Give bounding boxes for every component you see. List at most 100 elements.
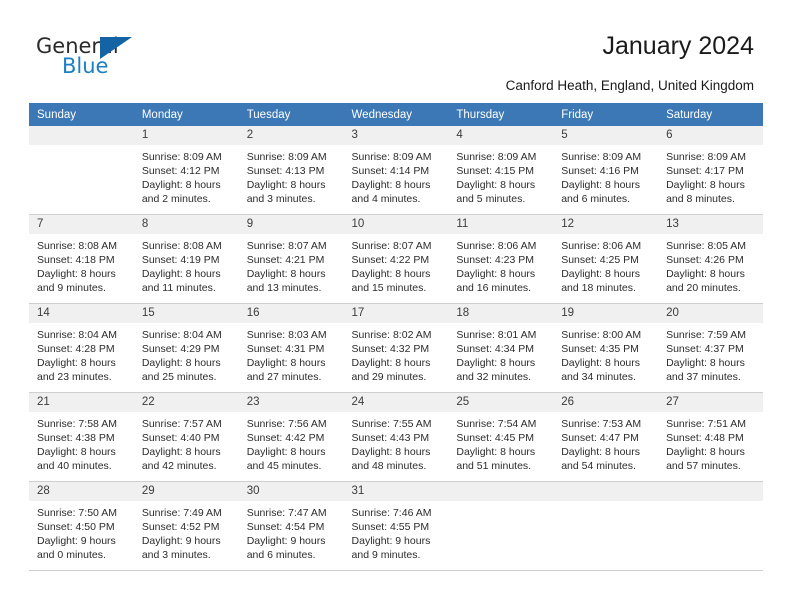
- sunset-text: Sunset: 4:52 PM: [141, 521, 220, 533]
- column-header-sunday: Sunday: [29, 103, 134, 126]
- daylight-text-line2: and 25 minutes.: [141, 371, 217, 383]
- calendar-day-cell[interactable]: 19 Sunrise: 8:00 AM Sunset: 4:35 PM Dayligh…: [553, 303, 659, 393]
- sunset-text: Sunset: 4:23 PM: [456, 254, 535, 266]
- daylight-text-line2: and 0 minutes.: [37, 549, 106, 561]
- calendar-header-row: Sunday Monday Tuesday Wednesday Thursday…: [29, 103, 763, 126]
- day-number: 17: [343, 304, 449, 323]
- daylight-text-line1: Daylight: 8 hours: [246, 357, 326, 369]
- day-cell-content: 12 Sunrise: 8:06 AM Sunset: 4:25 PM Dayligh…: [553, 215, 659, 303]
- daylight-text-line2: and 2 minutes.: [141, 193, 211, 205]
- calendar-day-cell[interactable]: 6 Sunrise: 8:09 AM Sunset: 4:17 PM Daylight…: [658, 126, 763, 215]
- day-details: Sunrise: 8:01 AM Sunset: 4:34 PM Daylight:…: [448, 323, 553, 384]
- day-details: Sunrise: 8:03 AM Sunset: 4:31 PM Daylight:…: [239, 323, 344, 384]
- day-details: Sunrise: 8:08 AM Sunset: 4:19 PM Daylight:…: [134, 234, 239, 295]
- sunset-text: Sunset: 4:32 PM: [351, 343, 430, 355]
- day-details: Sunrise: 7:55 AM Sunset: 4:43 PM Daylight:…: [344, 412, 449, 473]
- day-details: Sunrise: 7:51 AM Sunset: 4:48 PM Daylight:…: [658, 412, 763, 473]
- daylight-text-line1: Daylight: 8 hours: [351, 179, 431, 191]
- daylight-text-line1: Daylight: 8 hours: [456, 446, 536, 458]
- calendar-day-cell[interactable]: 21 Sunrise: 7:58 AM Sunset: 4:38 PM Dayligh…: [29, 392, 134, 482]
- calendar-day-cell[interactable]: 16 Sunrise: 8:03 AM Sunset: 4:31 PM Dayligh…: [238, 303, 344, 393]
- day-details: Sunrise: 8:09 AM Sunset: 4:13 PM Daylight:…: [239, 145, 344, 206]
- calendar-day-cell[interactable]: 14 Sunrise: 8:04 AM Sunset: 4:28 PM Dayligh…: [29, 303, 134, 393]
- sunrise-text: Sunrise: 7:54 AM: [456, 418, 537, 430]
- day-details: Sunrise: 8:09 AM Sunset: 4:15 PM Daylight:…: [448, 145, 553, 206]
- day-details: Sunrise: 8:04 AM Sunset: 4:28 PM Daylight:…: [29, 323, 134, 384]
- calendar-day-cell[interactable]: 7 Sunrise: 8:08 AM Sunset: 4:18 PM Daylight…: [29, 214, 134, 304]
- calendar-day-cell[interactable]: 23 Sunrise: 7:56 AM Sunset: 4:42 PM Dayligh…: [238, 392, 344, 482]
- calendar-day-cell[interactable]: 28 Sunrise: 7:50 AM Sunset: 4:50 PM Dayligh…: [29, 481, 134, 571]
- day-number: 31: [343, 482, 449, 501]
- general-blue-logo: General Blue: [36, 34, 216, 86]
- sunset-text: Sunset: 4:19 PM: [141, 254, 220, 266]
- calendar-day-cell[interactable]: 1 Sunrise: 8:09 AM Sunset: 4:12 PM Daylight…: [133, 126, 239, 215]
- calendar-day-cell[interactable]: 29 Sunrise: 7:49 AM Sunset: 4:52 PM Dayligh…: [133, 481, 239, 571]
- calendar-day-cell[interactable]: 30 Sunrise: 7:47 AM Sunset: 4:54 PM Dayligh…: [238, 481, 344, 571]
- day-cell-content: 5 Sunrise: 8:09 AM Sunset: 4:16 PM Daylight…: [553, 126, 659, 214]
- daylight-text-line1: Daylight: 8 hours: [666, 179, 745, 191]
- calendar-day-cell[interactable]: 10 Sunrise: 8:07 AM Sunset: 4:22 PM Dayligh…: [343, 214, 449, 304]
- day-cell-content: 16 Sunrise: 8:03 AM Sunset: 4:31 PM Dayligh…: [238, 304, 344, 392]
- day-details: Sunrise: 7:53 AM Sunset: 4:47 PM Daylight:…: [553, 412, 658, 473]
- daylight-text-line2: and 4 minutes.: [351, 193, 421, 205]
- calendar-day-cell[interactable]: 24 Sunrise: 7:55 AM Sunset: 4:43 PM Dayligh…: [343, 392, 449, 482]
- daylight-text-line2: and 57 minutes.: [666, 460, 741, 472]
- day-cell-content: 11 Sunrise: 8:06 AM Sunset: 4:23 PM Dayligh…: [448, 215, 554, 303]
- calendar-day-cell[interactable]: 4 Sunrise: 8:09 AM Sunset: 4:15 PM Daylight…: [448, 126, 554, 215]
- sunrise-text: Sunrise: 8:06 AM: [561, 240, 642, 252]
- day-cell-content: 29 Sunrise: 7:49 AM Sunset: 4:52 PM Dayligh…: [133, 482, 239, 570]
- day-cell-content: 3 Sunrise: 8:09 AM Sunset: 4:14 PM Daylight…: [343, 126, 449, 214]
- sunset-text: Sunset: 4:31 PM: [246, 343, 325, 355]
- calendar-day-cell[interactable]: 25 Sunrise: 7:54 AM Sunset: 4:45 PM Dayligh…: [448, 392, 554, 482]
- day-details: Sunrise: 8:09 AM Sunset: 4:12 PM Daylight:…: [134, 145, 239, 206]
- daylight-text-line2: and 51 minutes.: [456, 460, 532, 472]
- calendar-day-cell[interactable]: 27 Sunrise: 7:51 AM Sunset: 4:48 PM Dayligh…: [658, 392, 763, 482]
- calendar-day-cell[interactable]: 8 Sunrise: 8:08 AM Sunset: 4:19 PM Daylight…: [133, 214, 239, 304]
- sunrise-text: Sunrise: 8:08 AM: [141, 240, 222, 252]
- calendar-day-cell[interactable]: 3 Sunrise: 8:09 AM Sunset: 4:14 PM Daylight…: [343, 126, 449, 215]
- calendar-day-cell[interactable]: 13 Sunrise: 8:05 AM Sunset: 4:26 PM Dayligh…: [658, 214, 763, 304]
- calendar-day-cell: [448, 481, 554, 571]
- calendar-body: 1 Sunrise: 8:09 AM Sunset: 4:12 PM Daylight…: [29, 126, 763, 571]
- daylight-text-line2: and 15 minutes.: [351, 282, 427, 294]
- sunrise-text: Sunrise: 8:09 AM: [351, 151, 432, 163]
- calendar-day-cell[interactable]: 11 Sunrise: 8:06 AM Sunset: 4:23 PM Dayligh…: [448, 214, 554, 304]
- sunset-text: Sunset: 4:22 PM: [351, 254, 430, 266]
- calendar-day-cell[interactable]: 12 Sunrise: 8:06 AM Sunset: 4:25 PM Dayligh…: [553, 214, 659, 304]
- calendar-day-cell[interactable]: 5 Sunrise: 8:09 AM Sunset: 4:16 PM Daylight…: [553, 126, 659, 215]
- calendar-day-cell[interactable]: 2 Sunrise: 8:09 AM Sunset: 4:13 PM Daylight…: [238, 126, 344, 215]
- sunrise-text: Sunrise: 8:04 AM: [37, 329, 117, 341]
- calendar-day-cell[interactable]: 31 Sunrise: 7:46 AM Sunset: 4:55 PM Dayligh…: [343, 481, 449, 571]
- day-details: Sunrise: 8:02 AM Sunset: 4:32 PM Daylight:…: [344, 323, 449, 384]
- sunset-text: Sunset: 4:38 PM: [37, 432, 115, 444]
- calendar-day-cell[interactable]: 20 Sunrise: 7:59 AM Sunset: 4:37 PM Dayligh…: [658, 303, 763, 393]
- calendar-day-cell[interactable]: 18 Sunrise: 8:01 AM Sunset: 4:34 PM Dayligh…: [448, 303, 554, 393]
- day-number: 11: [448, 215, 554, 234]
- calendar-day-cell[interactable]: 17 Sunrise: 8:02 AM Sunset: 4:32 PM Dayligh…: [343, 303, 449, 393]
- day-cell-content: 15 Sunrise: 8:04 AM Sunset: 4:29 PM Dayligh…: [133, 304, 239, 392]
- day-number: 25: [448, 393, 554, 412]
- day-number: 27: [658, 393, 763, 412]
- calendar-day-cell[interactable]: 26 Sunrise: 7:53 AM Sunset: 4:47 PM Dayligh…: [553, 392, 659, 482]
- sunset-text: Sunset: 4:12 PM: [141, 165, 220, 177]
- day-number: 6: [658, 126, 763, 145]
- daylight-text-line2: and 3 minutes.: [141, 549, 211, 561]
- daylight-text-line2: and 16 minutes.: [456, 282, 532, 294]
- sunset-text: Sunset: 4:47 PM: [561, 432, 639, 444]
- day-number: [448, 482, 554, 501]
- column-header-monday: Monday: [133, 103, 239, 126]
- day-details: Sunrise: 8:07 AM Sunset: 4:21 PM Daylight:…: [239, 234, 344, 295]
- daylight-text-line1: Daylight: 8 hours: [246, 179, 326, 191]
- day-number: 3: [343, 126, 449, 145]
- day-cell-content: [29, 126, 134, 214]
- calendar-day-cell[interactable]: 22 Sunrise: 7:57 AM Sunset: 4:40 PM Dayligh…: [133, 392, 239, 482]
- day-cell-content: 24 Sunrise: 7:55 AM Sunset: 4:43 PM Dayligh…: [343, 393, 449, 481]
- day-cell-content: 30 Sunrise: 7:47 AM Sunset: 4:54 PM Dayligh…: [238, 482, 344, 570]
- calendar-day-cell[interactable]: 9 Sunrise: 8:07 AM Sunset: 4:21 PM Daylight…: [238, 214, 344, 304]
- sunset-text: Sunset: 4:14 PM: [351, 165, 430, 177]
- calendar-day-cell[interactable]: 15 Sunrise: 8:04 AM Sunset: 4:29 PM Dayligh…: [133, 303, 239, 393]
- day-details: Sunrise: 7:56 AM Sunset: 4:42 PM Daylight:…: [239, 412, 344, 473]
- sunset-text: Sunset: 4:17 PM: [666, 165, 744, 177]
- sunrise-text: Sunrise: 8:03 AM: [246, 329, 327, 341]
- day-details: Sunrise: 8:04 AM Sunset: 4:29 PM Daylight:…: [134, 323, 239, 384]
